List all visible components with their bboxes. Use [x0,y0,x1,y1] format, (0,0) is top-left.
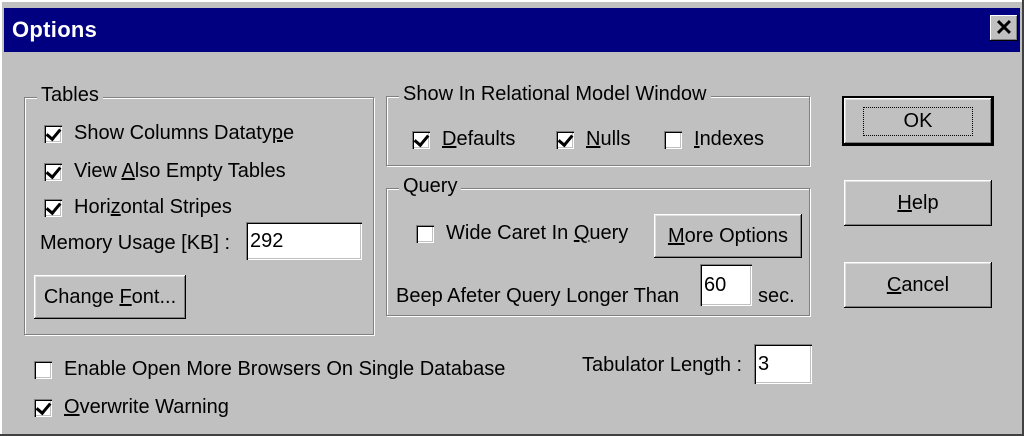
ok-button[interactable]: OK [842,96,994,146]
memory-usage-input[interactable]: 292 [246,222,362,260]
overwrite-warning-label: Overwrite Warning [64,396,229,418]
beep-label: Beep Afeter Query Longer Than [396,285,680,307]
checkbox-box[interactable] [556,130,574,149]
change-font-button[interactable]: Change Font... [34,275,186,319]
help-label: Help [897,191,939,214]
indexes-checkbox[interactable]: Indexes [664,128,764,151]
checkbox-box[interactable] [44,162,62,181]
horizontal-stripes-checkbox[interactable]: Horizontal Stripes [44,196,232,219]
wide-caret-label: Wide Caret In Query [446,222,629,244]
view-empty-tables-label: View Also Empty Tables [74,160,286,182]
tables-legend: Tables [37,84,103,107]
more-options-label: More Options [667,224,789,247]
tabulator-length-input[interactable]: 3 [754,344,812,384]
show-columns-datatype-label: Show Columns Datatype [74,122,295,144]
help-button[interactable]: Help [844,180,992,226]
beep-unit-label: sec. [758,285,795,307]
checkbox-box[interactable] [44,198,62,217]
nulls-checkbox[interactable]: Nulls [556,128,630,151]
checkbox-box[interactable] [34,398,52,417]
checkbox-box[interactable] [34,360,52,379]
defaults-checkbox[interactable]: Defaults [412,128,515,151]
tabulator-length-label: Tabulator Length : [582,354,743,376]
cancel-button[interactable]: Cancel [844,262,992,308]
wide-caret-checkbox[interactable]: Wide Caret In Query [416,222,628,245]
options-dialog: Options ✕ Tables Show Columns Datatype V… [0,0,1024,436]
horizontal-stripes-label: Horizontal Stripes [74,196,232,218]
indexes-label: Indexes [694,128,765,150]
nulls-label: Nulls [586,128,631,150]
checkbox-box[interactable] [664,130,682,149]
memory-usage-label: Memory Usage [KB] : [40,232,231,254]
relational-model-legend: Show In Relational Model Window [399,83,711,106]
checkbox-box[interactable] [416,224,434,243]
close-button[interactable]: ✕ [990,15,1018,41]
title-bar: Options ✕ [4,8,1020,52]
close-icon: ✕ [994,15,1014,40]
ok-label: OK [862,106,974,136]
defaults-label: Defaults [442,128,516,150]
enable-browsers-label: Enable Open More Browsers On Single Data… [64,358,506,380]
change-font-label: Change Font... [43,285,177,308]
view-empty-tables-checkbox[interactable]: View Also Empty Tables [44,160,286,183]
checkbox-box[interactable] [412,130,430,149]
query-legend: Query [399,175,462,198]
overwrite-warning-checkbox[interactable]: Overwrite Warning [34,396,229,419]
cancel-label: Cancel [886,273,950,296]
enable-browsers-checkbox[interactable]: Enable Open More Browsers On Single Data… [34,358,505,381]
window-title: Options [12,17,98,42]
beep-seconds-input[interactable]: 60 [700,264,752,306]
show-columns-datatype-checkbox[interactable]: Show Columns Datatype [44,122,294,145]
checkbox-box[interactable] [44,124,62,143]
more-options-button[interactable]: More Options [654,214,802,258]
